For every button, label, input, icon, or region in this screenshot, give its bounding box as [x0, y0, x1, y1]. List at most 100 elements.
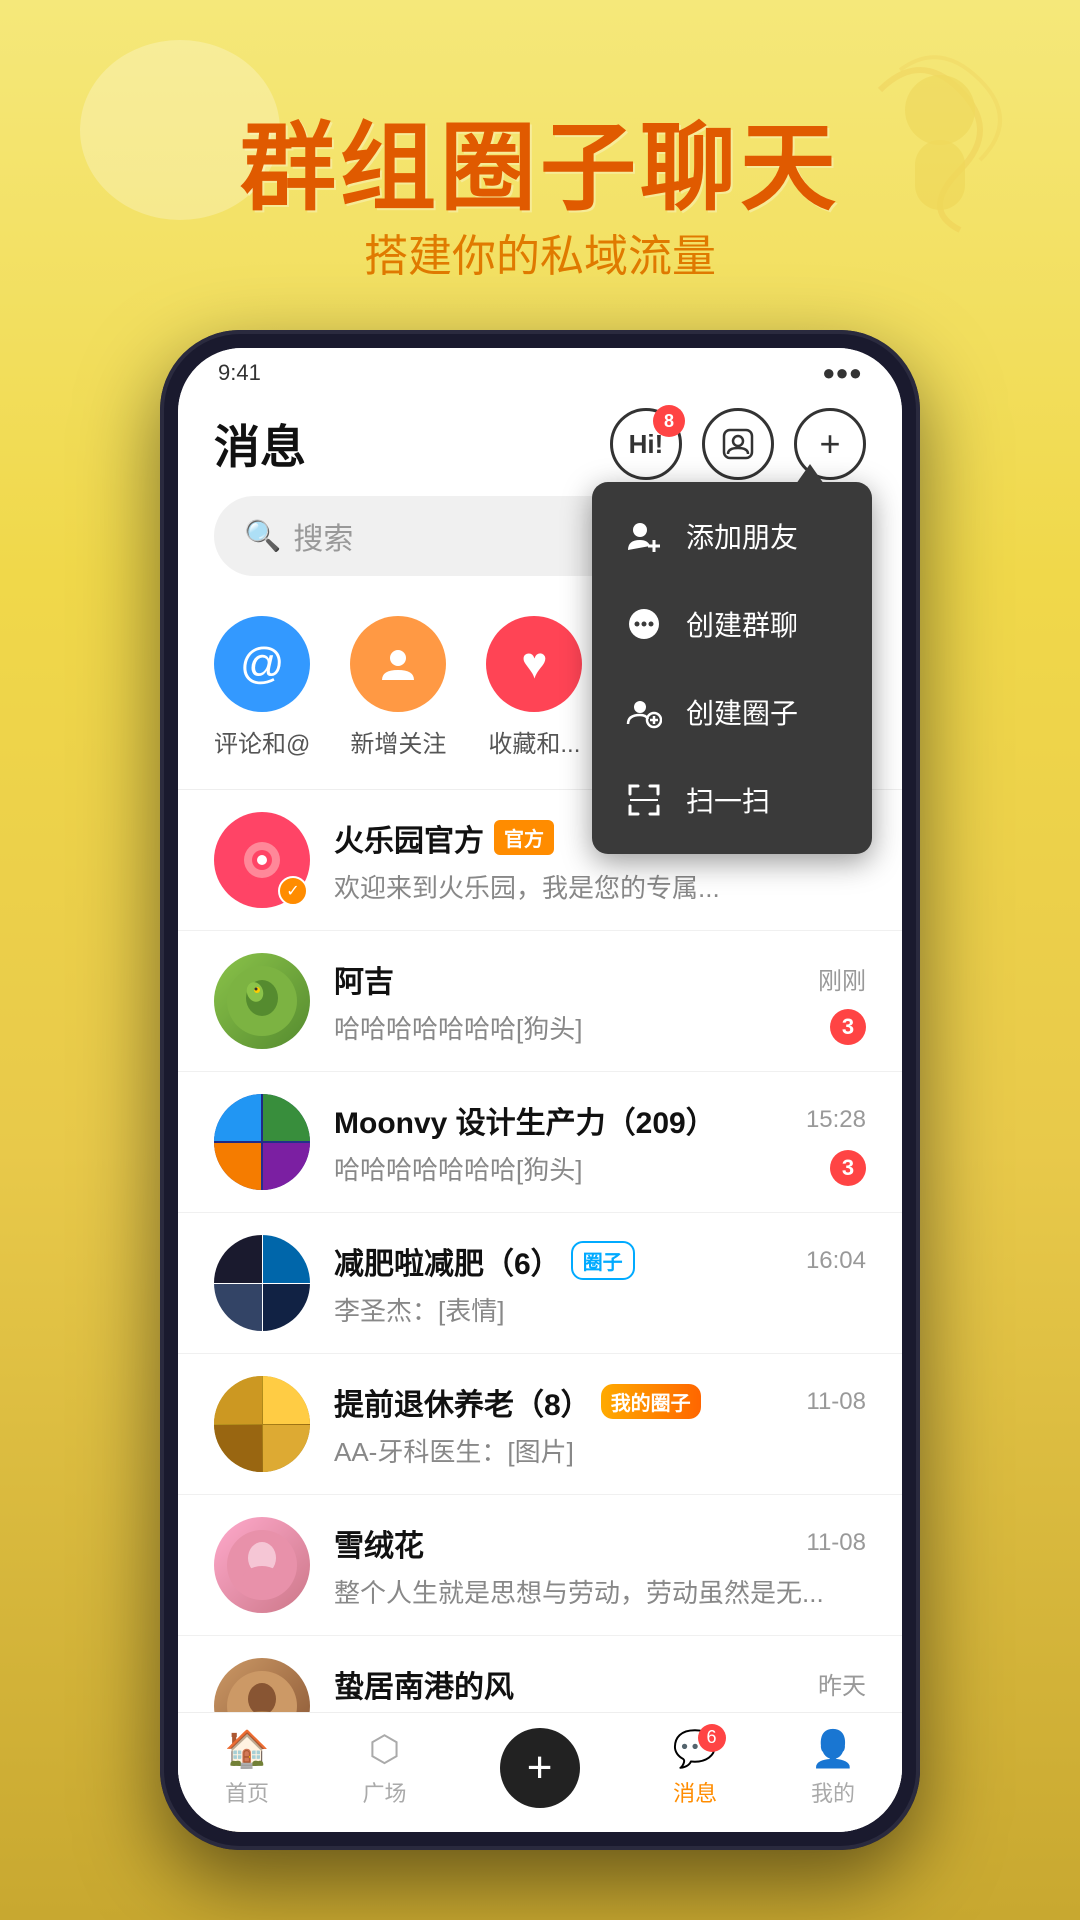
nav-item-messages[interactable]: 💬 消息 6	[673, 1728, 718, 1808]
circle-badge: 圈子	[571, 1241, 635, 1280]
nav-item-home[interactable]: 🏠 首页	[225, 1728, 270, 1808]
message-top: 减肥啦减肥（6） 圈子 16:04	[334, 1239, 866, 1283]
message-preview: 哈哈哈哈哈哈哈[狗头]	[334, 1150, 830, 1187]
message-preview: 哈哈哈哈哈哈哈[狗头]	[334, 1009, 830, 1046]
hi-button[interactable]: Hi! 8	[610, 408, 682, 480]
mine-icon: 👤	[811, 1728, 856, 1770]
message-content: 雪绒花 11-08 整个人生就是思想与劳动，劳动虽然是无...	[334, 1521, 866, 1610]
message-name: 蛰居南港的风	[334, 1662, 514, 1706]
list-item[interactable]: 阿吉 刚刚 哈哈哈哈哈哈哈[狗头] 3	[178, 931, 902, 1072]
unread-badge: 3	[830, 1009, 866, 1045]
message-time: 11-08	[806, 1388, 866, 1416]
search-placeholder: 搜索	[293, 514, 353, 558]
message-name: 火乐园官方 官方	[334, 816, 554, 860]
nav-home-label: 首页	[225, 1776, 269, 1808]
my-circle-badge: 我的圈子	[601, 1384, 701, 1419]
person-circle-icon	[622, 690, 666, 734]
avatar	[214, 953, 310, 1049]
comments-label: 评论和@	[214, 724, 310, 759]
person-add-icon	[622, 514, 666, 558]
message-list: ✓ 火乐园官方 官方 欢迎来到火乐园，我是您的专属...	[178, 790, 902, 1832]
message-preview: 欢迎来到火乐园，我是您的专属...	[334, 868, 866, 905]
messages-nav-badge: 6	[698, 1724, 726, 1752]
avatar-wrapper	[214, 953, 310, 1049]
avatar	[214, 1094, 310, 1190]
quick-icon-favorites[interactable]: ♥ 收藏和...	[486, 616, 582, 759]
message-time: 刚刚	[818, 961, 866, 996]
message-preview: 整个人生就是思想与劳动，劳动虽然是无...	[334, 1573, 866, 1610]
message-top: 提前退休养老（8） 我的圈子 11-08	[334, 1380, 866, 1424]
favorites-label: 收藏和...	[488, 724, 580, 759]
phone-frame: 9:41 ●●● 消息 Hi! 8	[160, 330, 920, 1850]
dropdown-menu: 添加朋友 创建群聊	[592, 482, 872, 854]
nav-item-square[interactable]: ⬡ 广场	[362, 1728, 406, 1808]
chat-bubble-icon	[622, 602, 666, 646]
quick-icon-follow[interactable]: 新增关注	[350, 616, 446, 759]
verified-mark: ✓	[278, 876, 308, 906]
avatar	[214, 1376, 310, 1472]
message-name: Moonvy 设计生产力（209）	[334, 1098, 716, 1142]
message-time: 昨天	[818, 1666, 866, 1701]
contacts-icon	[722, 428, 754, 460]
page-title: 消息	[214, 411, 306, 477]
avatar-wrapper: ✓	[214, 812, 310, 908]
message-top: 蛰居南港的风 昨天	[334, 1662, 866, 1706]
hero-subtitle: 搭建你的私域流量	[0, 220, 1080, 284]
avatar	[214, 1517, 310, 1613]
comments-icon: @	[214, 616, 310, 712]
hi-badge: 8	[653, 405, 685, 437]
avatar-wrapper	[214, 1517, 310, 1613]
add-nav-icon: +	[527, 1743, 553, 1793]
hero-title: 群组圈子聊天	[0, 90, 1080, 229]
message-top: 阿吉 刚刚	[334, 957, 866, 1001]
quick-icon-comments[interactable]: @ 评论和@	[214, 616, 310, 759]
square-icon: ⬡	[369, 1728, 400, 1770]
nav-square-label: 广场	[362, 1776, 406, 1808]
header-icons: Hi! 8 +	[610, 408, 866, 480]
add-icon: +	[819, 423, 840, 465]
search-icon: 🔍	[244, 519, 281, 554]
create-circle-label: 创建圈子	[686, 692, 798, 732]
favorites-icon: ♥	[486, 616, 582, 712]
add-friend-label: 添加朋友	[686, 516, 798, 556]
message-name: 提前退休养老（8） 我的圈子	[334, 1380, 701, 1424]
avatar	[214, 1235, 310, 1331]
list-item[interactable]: 提前退休养老（8） 我的圈子 11-08 AA-牙科医生：[图片]	[178, 1354, 902, 1495]
message-preview: AA-牙科医生：[图片]	[334, 1432, 866, 1469]
phone-screen: 9:41 ●●● 消息 Hi! 8	[178, 348, 902, 1832]
list-item[interactable]: Moonvy 设计生产力（209） 15:28 哈哈哈哈哈哈哈[狗头] 3	[178, 1072, 902, 1213]
create-group-label: 创建群聊	[686, 604, 798, 644]
list-item[interactable]: 雪绒花 11-08 整个人生就是思想与劳动，劳动虽然是无...	[178, 1495, 902, 1636]
avatar-wrapper	[214, 1235, 310, 1331]
message-time: 16:04	[806, 1247, 866, 1275]
nav-mine-label: 我的	[811, 1776, 855, 1808]
message-name: 阿吉	[334, 957, 394, 1001]
message-name: 雪绒花	[334, 1521, 424, 1565]
dropdown-item-scan[interactable]: 扫一扫	[592, 756, 872, 844]
contacts-button[interactable]	[702, 408, 774, 480]
nav-add-button[interactable]: +	[500, 1728, 580, 1808]
message-content: 提前退休养老（8） 我的圈子 11-08 AA-牙科医生：[图片]	[334, 1380, 866, 1469]
follow-icon	[350, 616, 446, 712]
unread-badge: 3	[830, 1150, 866, 1186]
message-name: 减肥啦减肥（6） 圈子	[334, 1239, 635, 1283]
dropdown-item-add-friend[interactable]: 添加朋友	[592, 492, 872, 580]
dropdown-item-create-circle[interactable]: 创建圈子	[592, 668, 872, 756]
official-badge: 官方	[494, 820, 554, 855]
message-content: 减肥啦减肥（6） 圈子 16:04 李圣杰：[表情]	[334, 1239, 866, 1328]
list-item[interactable]: 减肥啦减肥（6） 圈子 16:04 李圣杰：[表情]	[178, 1213, 902, 1354]
scan-icon	[622, 778, 666, 822]
message-content: 阿吉 刚刚 哈哈哈哈哈哈哈[狗头] 3	[334, 957, 866, 1046]
message-content: Moonvy 设计生产力（209） 15:28 哈哈哈哈哈哈哈[狗头] 3	[334, 1098, 866, 1187]
message-time: 15:28	[806, 1106, 866, 1134]
dropdown-item-create-group[interactable]: 创建群聊	[592, 580, 872, 668]
home-icon: 🏠	[225, 1728, 270, 1770]
nav-item-mine[interactable]: 👤 我的	[811, 1728, 856, 1808]
avatar-wrapper	[214, 1094, 310, 1190]
nav-messages-label: 消息	[673, 1776, 717, 1808]
bottom-nav: 🏠 首页 ⬡ 广场 + 💬 消息 6 👤 我的	[178, 1712, 902, 1832]
status-bar: 9:41 ●●●	[178, 348, 902, 398]
follow-label: 新增关注	[350, 724, 446, 759]
message-top: Moonvy 设计生产力（209） 15:28	[334, 1098, 866, 1142]
message-top: 雪绒花 11-08	[334, 1521, 866, 1565]
